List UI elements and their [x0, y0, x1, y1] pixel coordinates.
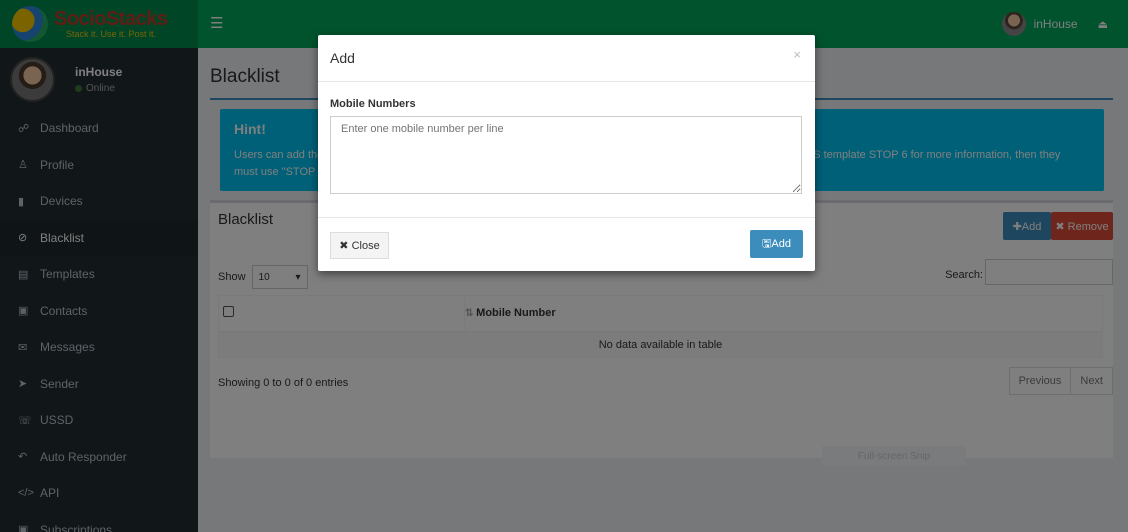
- modal-add-button[interactable]: 🖫Add: [750, 230, 803, 258]
- close-button[interactable]: ✖ Close: [330, 232, 389, 259]
- modal-title: Add: [330, 50, 355, 66]
- mobile-numbers-label: Mobile Numbers: [330, 98, 416, 110]
- close-icon[interactable]: ×: [793, 47, 801, 62]
- add-modal: Add × Mobile Numbers ✖ Close 🖫Add: [318, 35, 815, 271]
- mobile-numbers-textarea[interactable]: [330, 116, 802, 194]
